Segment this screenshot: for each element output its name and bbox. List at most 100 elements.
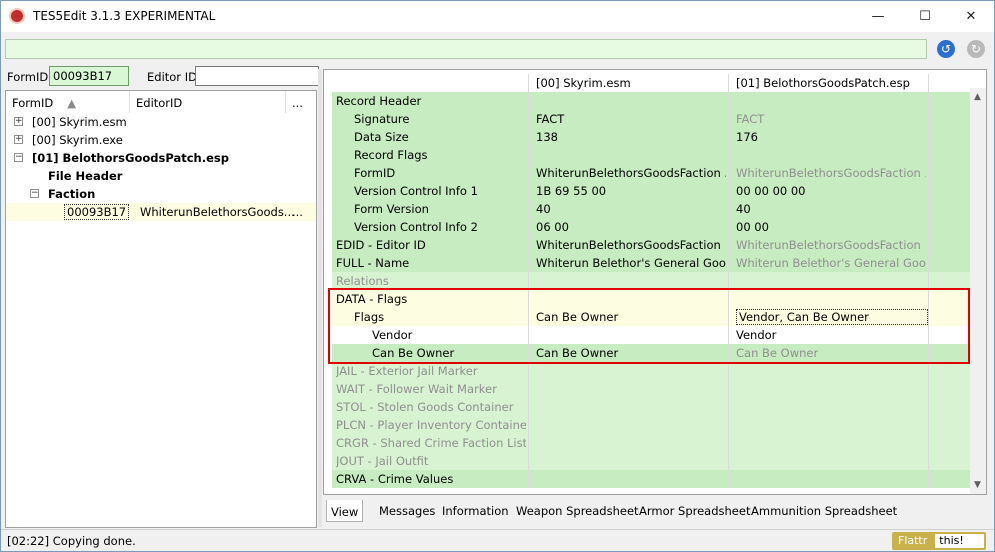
scroll-down-icon[interactable]: ▼ — [974, 480, 981, 490]
cell-c0: Version Control Info 2 — [354, 220, 478, 234]
record-row[interactable]: JOUT - Jail Outfit — [332, 452, 972, 470]
record-row[interactable]: CRGR - Shared Crime Faction List — [332, 434, 972, 452]
tab-view[interactable]: View — [326, 500, 364, 522]
record-row[interactable]: JAIL - Exterior Jail Marker — [332, 362, 972, 380]
cell-c2: 00 00 — [736, 220, 769, 234]
cell-c0: Version Control Info 1 — [354, 184, 478, 198]
cell-c0: FULL - Name — [336, 256, 410, 270]
expand-icon[interactable]: − — [30, 189, 39, 198]
tree-more: ... — [292, 205, 303, 219]
column-skyrim-esm[interactable]: [00] Skyrim.esm — [536, 74, 726, 92]
cell-c1: 138 — [536, 130, 558, 144]
expand-icon[interactable]: − — [14, 153, 23, 162]
tree-row[interactable]: − [01] BelothorsGoodsPatch.esp — [6, 149, 316, 167]
record-row[interactable]: FormID WhiterunBelethorsGoodsFaction ... W… — [332, 164, 972, 182]
record-row[interactable]: EDID - Editor ID WhiterunBelethorsGoodsFa… — [332, 236, 972, 254]
record-row[interactable]: Record Header — [332, 92, 972, 110]
record-row[interactable]: Record Flags — [332, 146, 972, 164]
tree-label: Faction — [48, 187, 96, 201]
column-patch-esp[interactable]: [01] BelothorsGoodsPatch.esp — [736, 74, 926, 92]
cell-c0: Signature — [354, 112, 410, 126]
minimize-button[interactable]: — — [855, 1, 901, 32]
record-row[interactable]: PLCN - Player Inventory Container — [332, 416, 972, 434]
back-icon[interactable]: ↺ — [937, 40, 955, 58]
editorid-input[interactable] — [195, 66, 319, 86]
filter-input[interactable] — [5, 39, 927, 59]
cell-c0: WAIT - Follower Wait Marker — [336, 382, 497, 396]
column-more[interactable]: ... — [286, 91, 316, 113]
scroll-up-icon[interactable]: ▲ — [974, 92, 981, 102]
flattr-button[interactable]: Flattr this! — [892, 532, 986, 550]
cell-c0: CRGR - Shared Crime Faction List — [336, 436, 526, 450]
cell-c0: EDID - Editor ID — [336, 238, 426, 252]
cell-c1: WhiterunBelethorsGoodsFaction ... — [536, 166, 726, 180]
tree-row[interactable]: 00093B17 WhiterunBelethorsGoods...... — [6, 203, 316, 221]
expand-icon[interactable]: + — [14, 117, 23, 126]
record-row[interactable]: STOL - Stolen Goods Container — [332, 398, 972, 416]
cell-c0: FormID — [354, 166, 396, 180]
view-header-row: [00] Skyrim.esm [01] BelothorsGoodsPatch… — [332, 74, 972, 92]
tree-row[interactable]: + [00] Skyrim.esm — [6, 113, 316, 131]
status-text: [02:22] Copying done. — [7, 534, 136, 548]
tab-weapon-spreadsheet[interactable]: Weapon Spreadsheet — [512, 502, 643, 524]
app-window: TES5Edit 3.1.3 EXPERIMENTAL — ☐ ✕ ↺ ↻ Fo… — [0, 0, 995, 552]
status-bar: [02:22] Copying done. Flattr this! — [1, 529, 994, 551]
cell-c0: Record Flags — [354, 148, 428, 162]
tab-armor-spreadsheet[interactable]: Armor Spreadsheet — [635, 502, 754, 524]
cell-c2: WhiterunBelethorsGoodsFaction — [736, 238, 921, 252]
record-row[interactable]: Data Size 138 176 — [332, 128, 972, 146]
column-formid[interactable]: FormID ▲ — [6, 91, 130, 113]
cell-c1: 1B 69 55 00 — [536, 184, 607, 198]
cell-c0: JOUT - Jail Outfit — [336, 454, 429, 468]
close-button[interactable]: ✕ — [948, 1, 994, 32]
highlight-box — [328, 288, 970, 364]
cell-c1: FACT — [536, 112, 565, 126]
cell-c1: WhiterunBelethorsGoodsFaction — [536, 238, 721, 252]
cell-c0: PLCN - Player Inventory Container — [336, 418, 526, 432]
record-row[interactable]: Signature FACT FACT — [332, 110, 972, 128]
tab-ammunition-spreadsheet[interactable]: Ammunition Spreadsheet — [747, 502, 901, 524]
cell-c1: Whiterun Belethor's General Goo... — [536, 256, 726, 270]
vertical-scrollbar[interactable]: ▲ ▼ — [970, 88, 986, 494]
cell-c1: 06 00 — [536, 220, 569, 234]
cell-c2: 176 — [736, 130, 758, 144]
column-editorid[interactable]: EditorID — [130, 91, 286, 113]
record-row[interactable]: Version Control Info 1 1B 69 55 00 00 00 0… — [332, 182, 972, 200]
record-row[interactable]: Form Version 40 40 — [332, 200, 972, 218]
window-title: TES5Edit 3.1.3 EXPERIMENTAL — [33, 9, 216, 23]
maximize-button[interactable]: ☐ — [902, 1, 948, 32]
cell-c1: 40 — [536, 202, 551, 216]
cell-c0: Data Size — [354, 130, 409, 144]
expand-icon[interactable]: + — [14, 135, 23, 144]
cell-c0: STOL - Stolen Goods Container — [336, 400, 514, 414]
forward-icon[interactable]: ↻ — [967, 40, 985, 58]
record-row[interactable]: CRVA - Crime Values — [332, 470, 972, 488]
record-row[interactable]: WAIT - Follower Wait Marker — [332, 380, 972, 398]
cell-c2: FACT — [736, 112, 765, 126]
splitter[interactable] — [318, 69, 322, 527]
tree-row[interactable]: + [00] Skyrim.exe — [6, 131, 316, 149]
tree-label: [00] Skyrim.exe — [32, 133, 123, 147]
tree-row[interactable]: File Header — [6, 167, 316, 185]
cell-c2: 00 00 00 00 — [736, 184, 806, 198]
app-icon — [9, 8, 25, 24]
tab-messages[interactable]: Messages — [375, 502, 439, 524]
formid-label: FormID — [7, 70, 49, 84]
record-row[interactable]: FULL - Name Whiterun Belethor's General G… — [332, 254, 972, 272]
cell-c0: Record Header — [336, 94, 422, 108]
record-row[interactable]: Version Control Info 2 06 00 00 00 — [332, 218, 972, 236]
tree-row[interactable]: − Faction — [6, 185, 316, 203]
cell-c0: Form Version — [354, 202, 429, 216]
tree-label: [00] Skyrim.esm — [32, 115, 127, 129]
formid-input[interactable]: 00093B17 — [49, 66, 129, 86]
editorid-label: Editor ID — [147, 70, 197, 84]
tree-label: [01] BelothorsGoodsPatch.esp — [32, 151, 229, 165]
tree-editorid: WhiterunBelethorsGoods... — [140, 205, 295, 219]
title-bar: TES5Edit 3.1.3 EXPERIMENTAL — ☐ ✕ — [1, 1, 994, 32]
cell-c2: 40 — [736, 202, 751, 216]
record-tree: FormID ▲ EditorID ... + [00] Skyrim.esm + [0… — [5, 90, 317, 528]
cell-c0: JAIL - Exterior Jail Marker — [336, 364, 478, 378]
tree-label: 00093B17 — [64, 204, 130, 220]
cell-c2: WhiterunBelethorsGoodsFaction ... — [736, 166, 926, 180]
tab-information[interactable]: Information — [438, 502, 513, 524]
